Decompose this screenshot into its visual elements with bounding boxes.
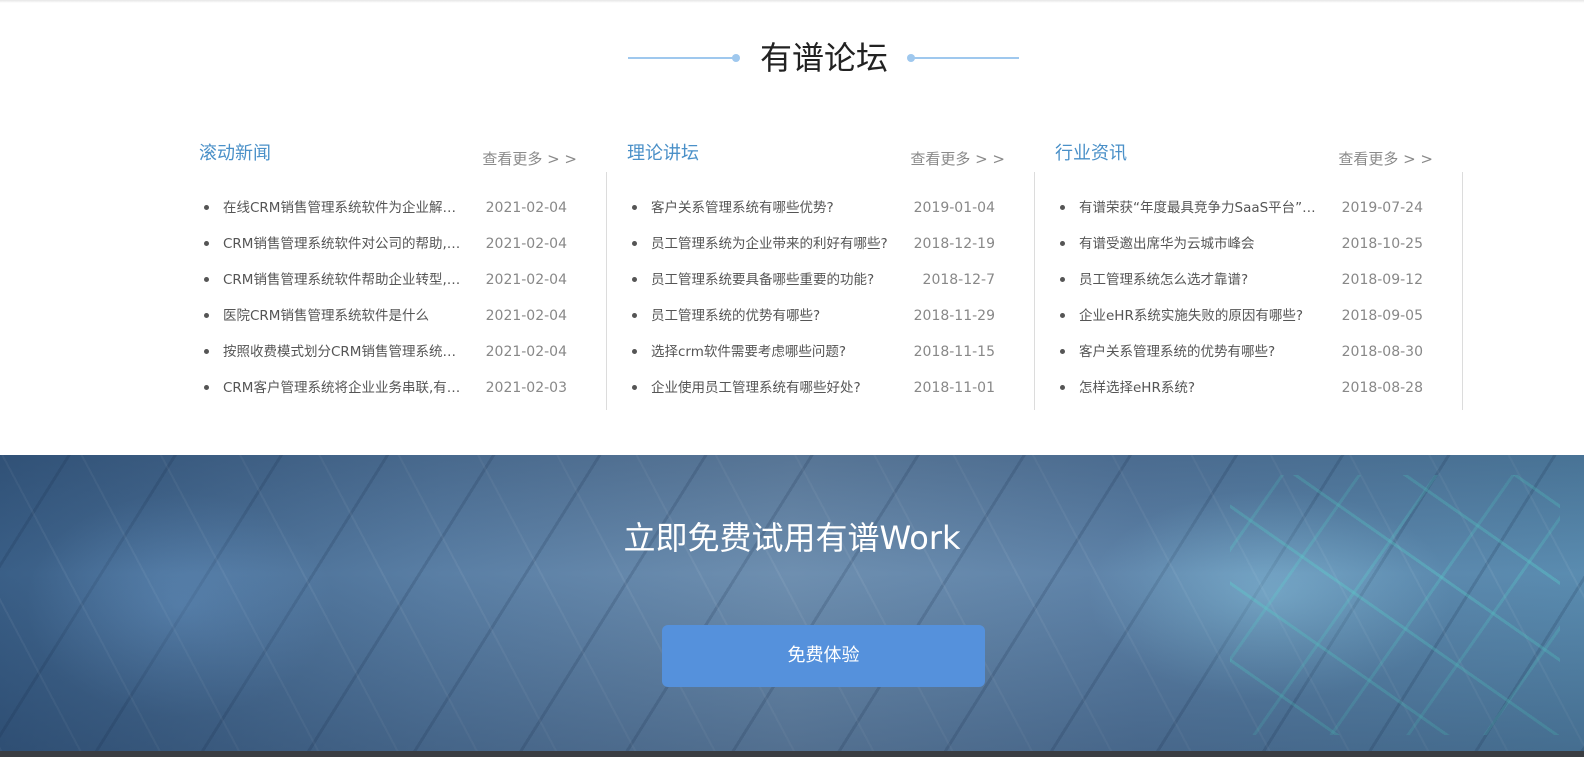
news-title[interactable]: 有谱受邀出席华为云城市峰会 [1079, 234, 1325, 254]
bullet-icon [632, 277, 637, 282]
news-list: 在线CRM销售管理系统软件为企业解决销售难题 2021-02-04 CRM销售管理… [199, 192, 577, 408]
news-title[interactable]: 企业使用员工管理系统有哪些好处? [651, 378, 897, 398]
news-item[interactable]: CRM客户管理系统将企业业务串联,有效提升效率 2021-02-03 [199, 372, 577, 408]
view-more-link[interactable]: 查看更多 > > [1338, 148, 1433, 170]
free-trial-button[interactable]: 免费体验 [662, 625, 985, 687]
bullet-icon [632, 205, 637, 210]
news-date: 2018-09-12 [1341, 272, 1423, 288]
news-date: 2018-11-01 [913, 380, 995, 396]
bullet-icon [1060, 385, 1065, 390]
bullet-icon [1060, 313, 1065, 318]
news-date: 2018-10-25 [1341, 236, 1423, 252]
news-date: 2018-12-7 [922, 272, 995, 288]
news-item[interactable]: 员工管理系统的优势有哪些? 2018-11-29 [627, 300, 1005, 336]
news-item[interactable]: 员工管理系统为企业带来的利好有哪些? 2018-12-19 [627, 228, 1005, 264]
column-title[interactable]: 行业资讯 [1055, 140, 1127, 168]
news-title[interactable]: 企业eHR系统实施失败的原因有哪些? [1079, 306, 1325, 326]
forum-heading: 有谱论坛 [0, 36, 1584, 80]
heading-line-right [911, 57, 1019, 59]
news-date: 2018-12-19 [913, 236, 995, 252]
news-title[interactable]: 按照收费模式划分CRM销售管理系统软件有哪些 [223, 342, 469, 362]
news-title[interactable]: 员工管理系统怎么选才靠谱? [1079, 270, 1325, 290]
news-item[interactable]: 企业使用员工管理系统有哪些好处? 2018-11-01 [627, 372, 1005, 408]
news-date: 2021-02-04 [485, 272, 567, 288]
bullet-icon [204, 313, 209, 318]
news-title[interactable]: 有谱荣获“年度最具竞争力SaaS平台”称号 [1079, 198, 1325, 218]
news-title[interactable]: 客户关系管理系统有哪些优势? [651, 198, 897, 218]
news-date: 2018-11-15 [913, 344, 995, 360]
news-title[interactable]: 怎样选择eHR系统? [1079, 378, 1325, 398]
news-item[interactable]: 选择crm软件需要考虑哪些问题? 2018-11-15 [627, 336, 1005, 372]
news-item[interactable]: 有谱荣获“年度最具竞争力SaaS平台”称号 2019-07-24 [1055, 192, 1433, 228]
news-item[interactable]: 企业eHR系统实施失败的原因有哪些? 2018-09-05 [1055, 300, 1433, 336]
bullet-icon [632, 241, 637, 246]
bullet-icon [204, 385, 209, 390]
news-list: 客户关系管理系统有哪些优势? 2019-01-04 员工管理系统为企业带来的利好有… [627, 192, 1005, 408]
column-divider [1034, 172, 1035, 410]
news-title[interactable]: 客户关系管理系统的优势有哪些? [1079, 342, 1325, 362]
news-date: 2018-09-05 [1341, 308, 1423, 324]
news-date: 2018-08-30 [1341, 344, 1423, 360]
news-column-theory-forum: 理论讲坛 查看更多 > > 客户关系管理系统有哪些优势? 2019-01-04 员… [627, 140, 1005, 410]
bullet-icon [632, 385, 637, 390]
news-item[interactable]: 员工管理系统怎么选才靠谱? 2018-09-12 [1055, 264, 1433, 300]
news-title[interactable]: 员工管理系统的优势有哪些? [651, 306, 897, 326]
news-date: 2019-01-04 [913, 200, 995, 216]
news-item[interactable]: 有谱受邀出席华为云城市峰会 2018-10-25 [1055, 228, 1433, 264]
bullet-icon [204, 277, 209, 282]
bullet-icon [632, 349, 637, 354]
column-title[interactable]: 理论讲坛 [627, 140, 699, 168]
cta-banner: 立即免费试用有谱Work 免费体验 [0, 455, 1584, 751]
news-title[interactable]: CRM客户管理系统将企业业务串联,有效提升效率 [223, 378, 469, 398]
news-item[interactable]: 在线CRM销售管理系统软件为企业解决销售难题 2021-02-04 [199, 192, 577, 228]
news-date: 2018-11-29 [913, 308, 995, 324]
bullet-icon [1060, 241, 1065, 246]
bullet-icon [632, 313, 637, 318]
news-item[interactable]: 客户关系管理系统有哪些优势? 2019-01-04 [627, 192, 1005, 228]
bullet-icon [204, 241, 209, 246]
news-item[interactable]: 客户关系管理系统的优势有哪些? 2018-08-30 [1055, 336, 1433, 372]
news-item[interactable]: 员工管理系统要具备哪些重要的功能? 2018-12-7 [627, 264, 1005, 300]
heading-line-left [628, 57, 734, 59]
news-date: 2018-08-28 [1341, 380, 1423, 396]
column-divider [606, 172, 607, 410]
news-item[interactable]: 按照收费模式划分CRM销售管理系统软件有哪些 2021-02-04 [199, 336, 577, 372]
news-title[interactable]: 选择crm软件需要考虑哪些问题? [651, 342, 897, 362]
footer-edge [0, 751, 1584, 757]
news-item[interactable]: 医院CRM销售管理系统软件是什么 2021-02-04 [199, 300, 577, 336]
news-date: 2021-02-04 [485, 308, 567, 324]
news-column-industry-news: 行业资讯 查看更多 > > 有谱荣获“年度最具竞争力SaaS平台”称号 2019-… [1055, 140, 1433, 410]
news-item[interactable]: CRM销售管理系统软件对公司的帮助,有哪些 2021-02-04 [199, 228, 577, 264]
forum-title: 有谱论坛 [759, 39, 888, 77]
top-edge-shadow [0, 0, 1584, 3]
view-more-link[interactable]: 查看更多 > > [482, 148, 577, 170]
news-title[interactable]: 医院CRM销售管理系统软件是什么 [223, 306, 469, 326]
news-title[interactable]: 在线CRM销售管理系统软件为企业解决销售难题 [223, 198, 469, 218]
news-column-rolling-news: 滚动新闻 查看更多 > > 在线CRM销售管理系统软件为企业解决销售难题 2021… [199, 140, 577, 410]
column-divider [1462, 172, 1463, 410]
news-date: 2021-02-04 [485, 200, 567, 216]
news-item[interactable]: 怎样选择eHR系统? 2018-08-28 [1055, 372, 1433, 408]
news-title[interactable]: 员工管理系统要具备哪些重要的功能? [651, 270, 897, 290]
bullet-icon [1060, 205, 1065, 210]
bullet-icon [204, 349, 209, 354]
banner-shade [0, 455, 1584, 751]
news-date: 2021-02-04 [485, 236, 567, 252]
news-title[interactable]: 员工管理系统为企业带来的利好有哪些? [651, 234, 897, 254]
view-more-link[interactable]: 查看更多 > > [910, 148, 1005, 170]
column-title[interactable]: 滚动新闻 [199, 140, 271, 168]
news-columns: 滚动新闻 查看更多 > > 在线CRM销售管理系统软件为企业解决销售难题 2021… [0, 140, 1584, 410]
bullet-icon [1060, 277, 1065, 282]
news-item[interactable]: CRM销售管理系统软件帮助企业转型,提升业绩 2021-02-04 [199, 264, 577, 300]
cta-title: 立即免费试用有谱Work [623, 519, 961, 557]
news-title[interactable]: CRM销售管理系统软件对公司的帮助,有哪些 [223, 234, 469, 254]
news-list: 有谱荣获“年度最具竞争力SaaS平台”称号 2019-07-24 有谱受邀出席华为… [1055, 192, 1433, 408]
news-date: 2021-02-03 [485, 380, 567, 396]
news-date: 2019-07-24 [1341, 200, 1423, 216]
bullet-icon [1060, 349, 1065, 354]
news-date: 2021-02-04 [485, 344, 567, 360]
news-title[interactable]: CRM销售管理系统软件帮助企业转型,提升业绩 [223, 270, 469, 290]
bullet-icon [204, 205, 209, 210]
